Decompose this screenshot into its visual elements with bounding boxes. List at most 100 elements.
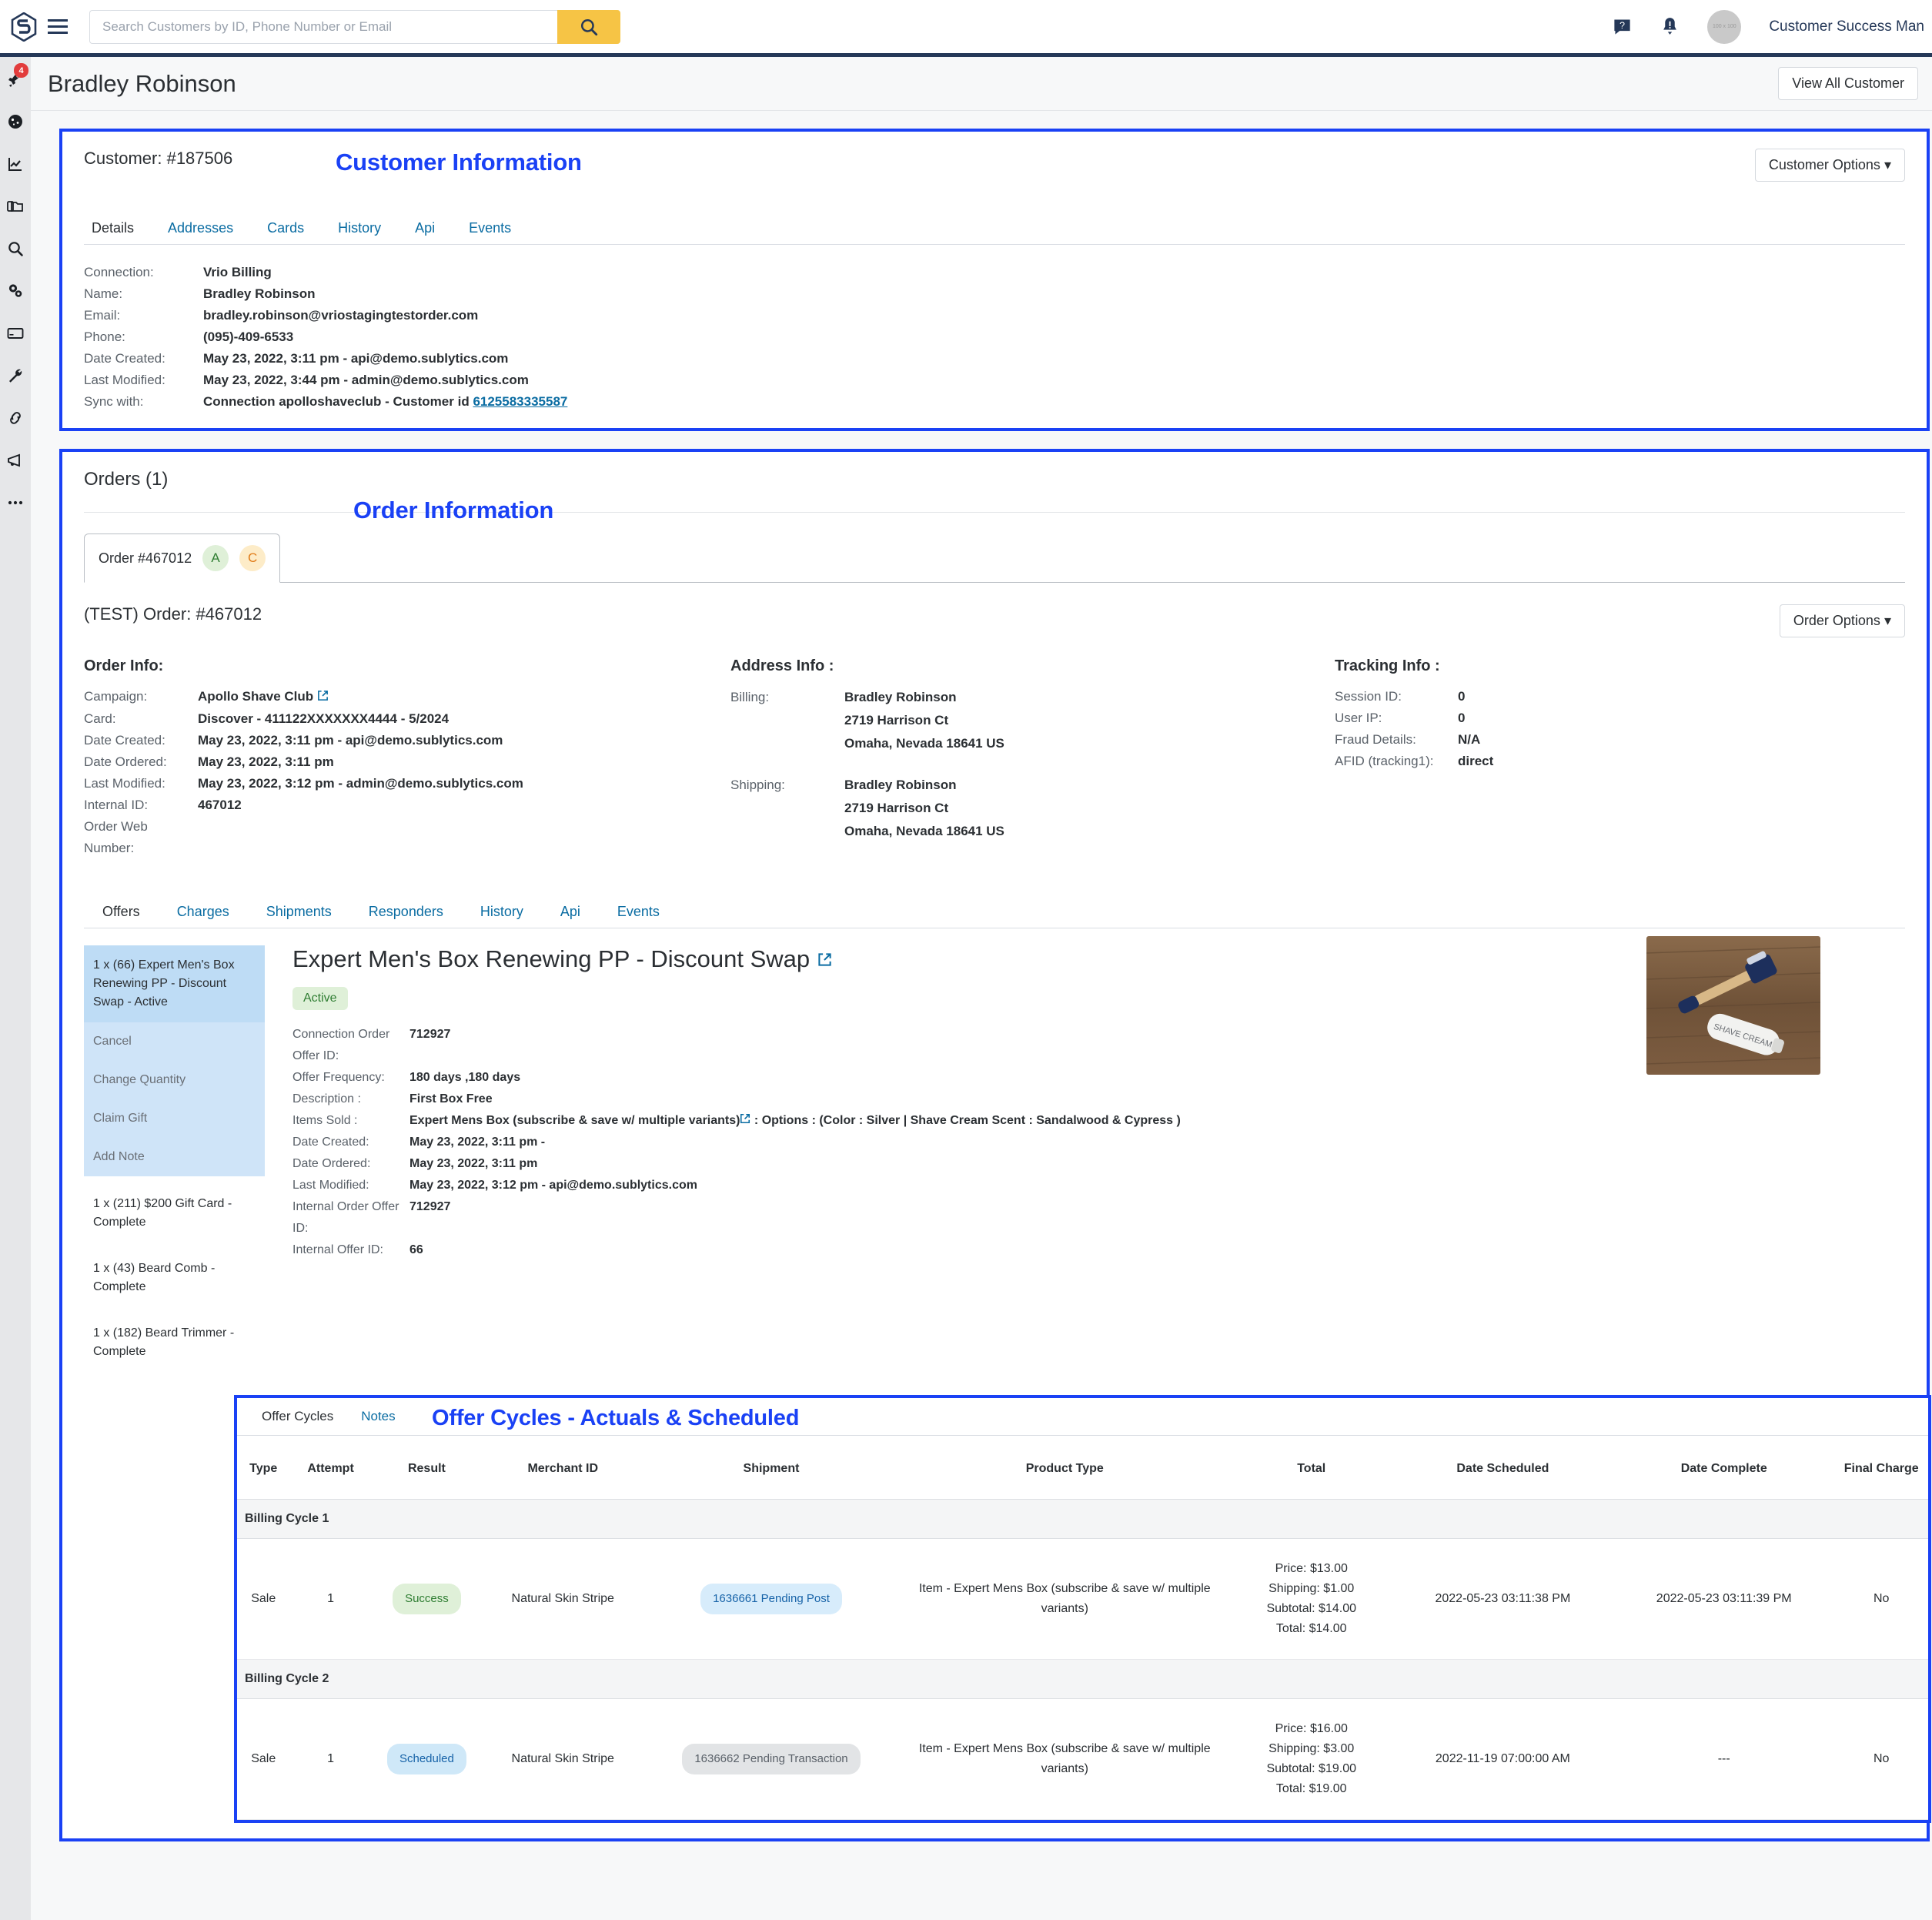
tab-details[interactable]: Details	[84, 212, 151, 244]
offers-list: 1 x (66) Expert Men's Box Renewing PP - …	[84, 928, 265, 1372]
help-chat-icon[interactable]: ?	[1612, 16, 1633, 37]
total-line: Shipping: $3.00	[1269, 1741, 1355, 1755]
rail-item-folders[interactable]	[3, 195, 28, 218]
page-content: Bradley Robinson View All Customer Custo…	[31, 57, 1932, 1920]
detail-value: Bradley Robinson	[203, 286, 316, 301]
avatar[interactable]: 100 x 100	[1707, 9, 1742, 44]
th-date-scheduled: Date Scheduled	[1392, 1435, 1614, 1500]
offer-list-item[interactable]: 1 x (182) Beard Trimmer - Complete	[84, 1313, 265, 1372]
tracking-key: User IP:	[1335, 711, 1382, 725]
offer-details-list: Connection Order Offer ID: 712927 Offer F…	[292, 1024, 1316, 1261]
rail-item-billing[interactable]	[3, 322, 28, 345]
tab-events[interactable]: Events	[452, 212, 528, 244]
offer-detail-value: 712927	[409, 1027, 451, 1041]
tab-responders[interactable]: Responders	[350, 896, 462, 928]
tracking-value: N/A	[1458, 732, 1481, 747]
group-label: Billing Cycle 2	[237, 1659, 1928, 1699]
tab-addresses[interactable]: Addresses	[151, 212, 250, 244]
address-info-column: Address Info : Billing: Bradley Robinson…	[730, 657, 1335, 859]
tab-history[interactable]: History	[321, 212, 398, 244]
items-sold-options: : Options : (Color : Silver | Shave Crea…	[750, 1113, 1181, 1127]
rail-item-campaigns[interactable]	[3, 449, 28, 472]
detail-value: Vrio Billing	[203, 265, 272, 279]
order-info-title: Order Info:	[84, 657, 164, 674]
cell-merchant-id: Natural Skin Stripe	[482, 1698, 644, 1820]
order-options-button[interactable]: Order Options ▾	[1779, 604, 1905, 637]
rail-item-rocket[interactable]: 4	[3, 63, 28, 91]
offer-action-change-quantity[interactable]: Change Quantity	[84, 1061, 265, 1099]
order-body: (TEST) Order: #467012 Order Options ▾ Or…	[84, 582, 1931, 1823]
hamburger-menu-icon[interactable]	[48, 19, 82, 34]
page-header: Bradley Robinson View All Customer	[31, 57, 1932, 111]
offer-list-item[interactable]: 1 x (211) $200 Gift Card - Complete	[84, 1184, 265, 1243]
tab-notes[interactable]: Notes	[347, 1398, 409, 1435]
order-info-row: Last Modified: May 23, 2022, 3:12 pm - ad…	[84, 773, 730, 794]
offer-detail-value: 712927	[409, 1199, 451, 1213]
detail-key: Date Created:	[84, 351, 165, 366]
search-icon	[580, 18, 598, 35]
shipment-badge[interactable]: 1636661 Pending Post	[700, 1583, 842, 1614]
tracking-key: Fraud Details:	[1335, 732, 1416, 747]
search-submit-button[interactable]	[557, 9, 620, 44]
offer-action-cancel[interactable]: Cancel	[84, 1022, 265, 1061]
tab-api[interactable]: Api	[398, 212, 452, 244]
customer-options-label: Customer Options	[1768, 157, 1880, 172]
order-options-label: Order Options	[1793, 613, 1880, 628]
order-sub-tabs: Offers Charges Shipments Responders Hist…	[84, 896, 1905, 928]
tab-charges[interactable]: Charges	[159, 896, 248, 928]
shipment-badge[interactable]: 1636662 Pending Transaction	[682, 1743, 861, 1774]
offer-actions-menu: Cancel Change Quantity Claim Gift Add No…	[84, 1022, 265, 1176]
group-label: Billing Cycle 1	[237, 1499, 1928, 1539]
gears-settings-icon	[8, 284, 22, 297]
rail-item-search[interactable]	[3, 237, 28, 260]
order-tab-467012[interactable]: Order #467012 A C	[84, 534, 281, 583]
order-info-key: Last Modified:	[84, 775, 165, 791]
detail-row: Date Created: May 23, 2022, 3:11 pm - api…	[84, 348, 1905, 370]
th-date-complete: Date Complete	[1613, 1435, 1835, 1500]
offer-action-claim-gift[interactable]: Claim Gift	[84, 1099, 265, 1138]
rail-item-more[interactable]	[3, 491, 28, 514]
cell-final-charge: No	[1834, 1538, 1928, 1660]
offer-detail-value: May 23, 2022, 3:11 pm	[409, 1156, 538, 1170]
th-attempt: Attempt	[289, 1435, 372, 1500]
detail-value: May 23, 2022, 3:44 pm - admin@demo.subly…	[203, 373, 529, 387]
tab-order-api[interactable]: Api	[542, 896, 599, 928]
rail-item-dashboard[interactable]	[3, 110, 28, 133]
tab-offer-cycles[interactable]: Offer Cycles	[248, 1398, 347, 1435]
tab-cards[interactable]: Cards	[250, 212, 321, 244]
sublytics-logo-icon[interactable]	[0, 12, 48, 42]
external-link-icon[interactable]	[317, 687, 329, 708]
detail-row: Connection: Vrio Billing	[84, 262, 1905, 283]
offer-detail-row: Offer Frequency: 180 days ,180 days	[292, 1067, 1316, 1089]
tracking-row: Fraud Details: N/A	[1335, 729, 1905, 751]
external-link-icon[interactable]	[817, 945, 832, 973]
rail-item-tools[interactable]	[3, 364, 28, 387]
offer-detail-row: Last Modified: May 23, 2022, 3:12 pm - ap…	[292, 1175, 1316, 1196]
detail-key: Sync with:	[84, 394, 144, 409]
alert-bell-icon[interactable]	[1660, 16, 1680, 37]
external-link-icon[interactable]	[740, 1110, 750, 1132]
search-input[interactable]	[89, 9, 557, 44]
rail-item-analytics[interactable]	[3, 152, 28, 176]
offer-action-add-note[interactable]: Add Note	[84, 1138, 265, 1176]
cell-date-complete: ---	[1613, 1698, 1835, 1820]
tab-order-events[interactable]: Events	[599, 896, 678, 928]
tab-shipments[interactable]: Shipments	[248, 896, 350, 928]
offer-detail-row: Connection Order Offer ID: 712927	[292, 1024, 1316, 1067]
tab-offers[interactable]: Offers	[84, 896, 159, 928]
dashboard-gauge-icon	[8, 115, 22, 129]
order-info-row: Date Created: May 23, 2022, 3:11 pm - api…	[84, 730, 730, 751]
offer-list-item-selected[interactable]: 1 x (66) Expert Men's Box Renewing PP - …	[84, 945, 265, 1022]
view-all-customers-button[interactable]: View All Customer	[1778, 67, 1918, 100]
rail-item-integrations[interactable]	[3, 406, 28, 430]
total-line: Price: $13.00	[1275, 1561, 1348, 1575]
rail-item-settings[interactable]	[3, 279, 28, 303]
sync-customer-id-link[interactable]: 6125583335587	[473, 394, 567, 409]
cell-date-complete: 2022-05-23 03:11:39 PM	[1613, 1538, 1835, 1660]
customer-options-button[interactable]: Customer Options ▾	[1754, 149, 1905, 182]
offer-status-badge: Active	[292, 986, 348, 1010]
tracking-key: AFID (tracking1):	[1335, 754, 1434, 768]
offer-list-item[interactable]: 1 x (43) Beard Comb - Complete	[84, 1249, 265, 1307]
tab-order-history[interactable]: History	[462, 896, 542, 928]
shipping-line: Bradley Robinson	[844, 778, 957, 792]
